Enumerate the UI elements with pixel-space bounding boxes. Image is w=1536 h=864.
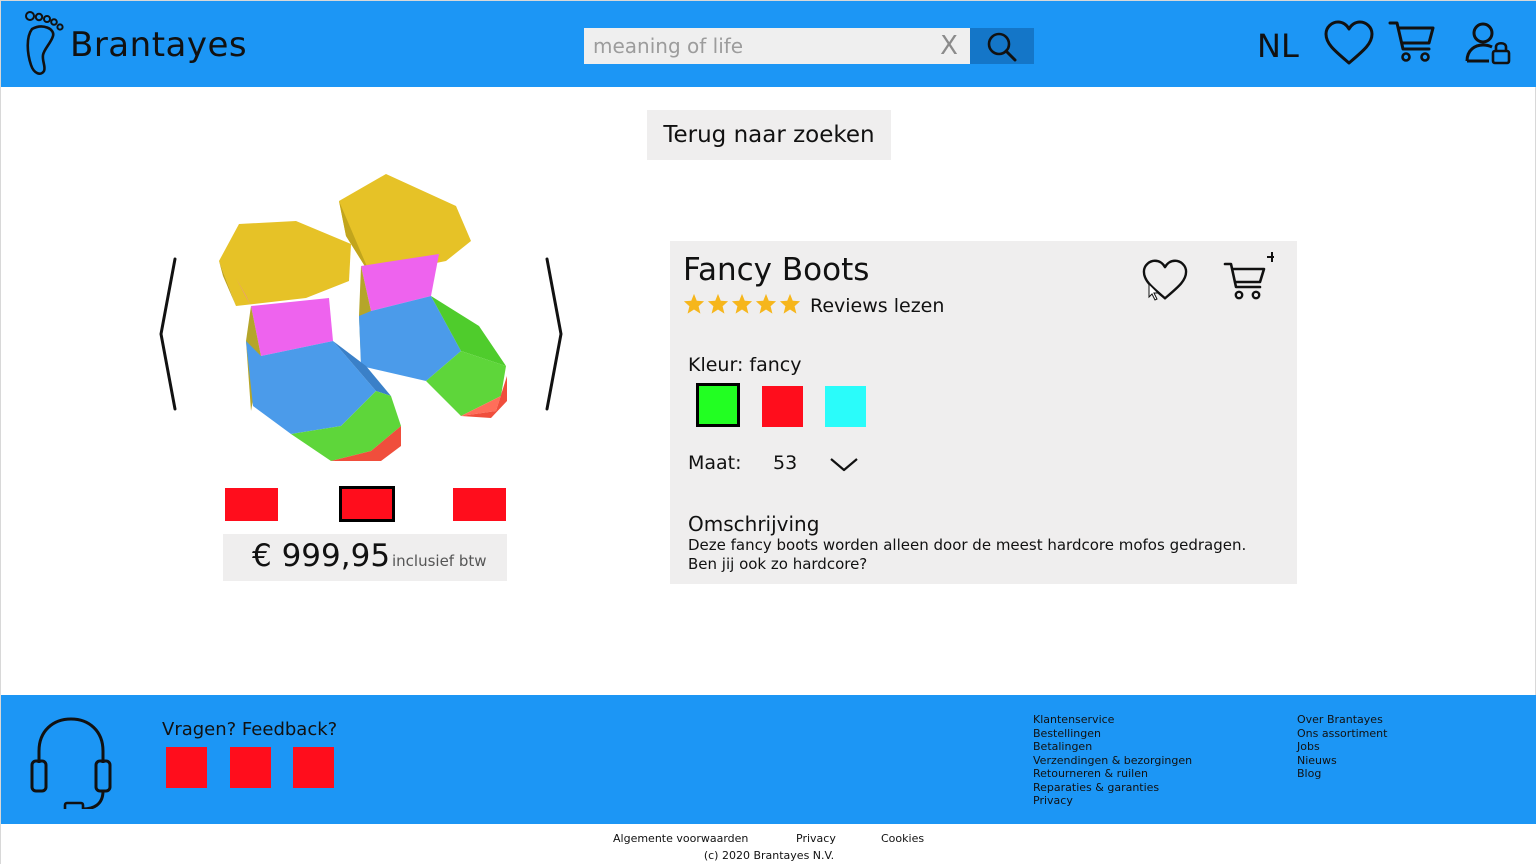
- search-icon: [987, 32, 1017, 62]
- footer-link[interactable]: Blog: [1297, 767, 1387, 781]
- back-to-search-button[interactable]: Terug naar zoeken: [647, 110, 891, 160]
- product-detail-panel: Fancy Boots Reviews lezen Kleur: fancy M…: [670, 241, 1297, 584]
- social-link-3[interactable]: [293, 747, 334, 788]
- star-icon: [755, 293, 777, 314]
- size-label: Maat:: [688, 452, 742, 474]
- footer-link[interactable]: Privacy: [1033, 794, 1192, 808]
- add-to-cart-icon[interactable]: [1222, 250, 1274, 304]
- description-text: Deze fancy boots worden alleen door de m…: [688, 536, 1247, 573]
- thumbnail-2-selected[interactable]: [339, 486, 395, 522]
- color-swatch-cyan[interactable]: [825, 386, 866, 427]
- price: € 999,95: [252, 538, 391, 574]
- header: Brantayes X NL: [1, 1, 1536, 87]
- page: Brantayes X NL Teru: [0, 0, 1536, 864]
- clear-search-button[interactable]: X: [936, 31, 962, 61]
- brand-name[interactable]: Brantayes: [70, 25, 247, 65]
- footer-link[interactable]: Klantenservice: [1033, 713, 1192, 727]
- social-link-1[interactable]: [166, 747, 207, 788]
- star-icon: [731, 293, 753, 314]
- footer-link[interactable]: Betalingen: [1033, 740, 1192, 754]
- copyright: (c) 2020 Brantayes N.V.: [703, 849, 835, 862]
- account-lock-icon[interactable]: [1465, 21, 1513, 65]
- previous-image-arrow-icon[interactable]: [155, 256, 183, 412]
- price-box: € 999,95 inclusief btw: [223, 534, 507, 581]
- footer-link[interactable]: Jobs: [1297, 740, 1387, 754]
- terms-link[interactable]: Algemente voorwaarden: [613, 832, 748, 845]
- footer-links-service: Klantenservice Bestellingen Betalingen V…: [1033, 713, 1192, 808]
- product-title: Fancy Boots: [683, 252, 870, 288]
- color-swatch-green-selected[interactable]: [696, 383, 740, 427]
- star-icon: [683, 293, 705, 314]
- social-link-2[interactable]: [230, 747, 271, 788]
- footer-link[interactable]: Retourneren & ruilen: [1033, 767, 1192, 781]
- feedback-title: Vragen? Feedback?: [162, 719, 338, 740]
- search-input[interactable]: [584, 28, 924, 64]
- mouse-pointer-icon: [1148, 283, 1160, 301]
- headset-support-icon: [30, 717, 112, 809]
- cookies-link[interactable]: Cookies: [881, 832, 924, 845]
- size-value[interactable]: 53: [773, 452, 797, 474]
- footer-link[interactable]: Over Brantayes: [1297, 713, 1387, 727]
- vat-note: inclusief btw: [392, 552, 487, 570]
- product-image-boots: [219, 174, 507, 461]
- bottom-bar: Algemente voorwaarden Privacy Cookies (c…: [1, 824, 1536, 864]
- footer-link[interactable]: Ons assortiment: [1297, 727, 1387, 741]
- thumbnail-1[interactable]: [225, 488, 278, 521]
- color-swatch-red[interactable]: [762, 386, 803, 427]
- footer: Vragen? Feedback? Klantenservice Bestell…: [1, 695, 1536, 824]
- star-icon: [707, 293, 729, 314]
- search-button[interactable]: [970, 28, 1034, 64]
- logo-foot-icon[interactable]: [23, 7, 71, 77]
- description-title: Omschrijving: [688, 512, 820, 536]
- thumbnail-3[interactable]: [453, 488, 506, 521]
- cart-icon[interactable]: [1387, 19, 1437, 65]
- read-reviews-link[interactable]: Reviews lezen: [810, 295, 944, 317]
- heart-icon[interactable]: [1323, 19, 1375, 67]
- footer-links-company: Over Brantayes Ons assortiment Jobs Nieu…: [1297, 713, 1387, 781]
- next-image-arrow-icon[interactable]: [539, 256, 567, 412]
- privacy-link[interactable]: Privacy: [796, 832, 836, 845]
- size-chevron-down-icon[interactable]: [829, 453, 859, 475]
- star-icon: [779, 293, 801, 314]
- search-box: [584, 28, 970, 64]
- footer-link[interactable]: Nieuws: [1297, 754, 1387, 768]
- footer-link[interactable]: Verzendingen & bezorgingen: [1033, 754, 1192, 768]
- color-label: Kleur: fancy: [688, 354, 802, 376]
- footer-link[interactable]: Bestellingen: [1033, 727, 1192, 741]
- language-switch[interactable]: NL: [1257, 27, 1299, 65]
- footer-link[interactable]: Reparaties & garanties: [1033, 781, 1192, 795]
